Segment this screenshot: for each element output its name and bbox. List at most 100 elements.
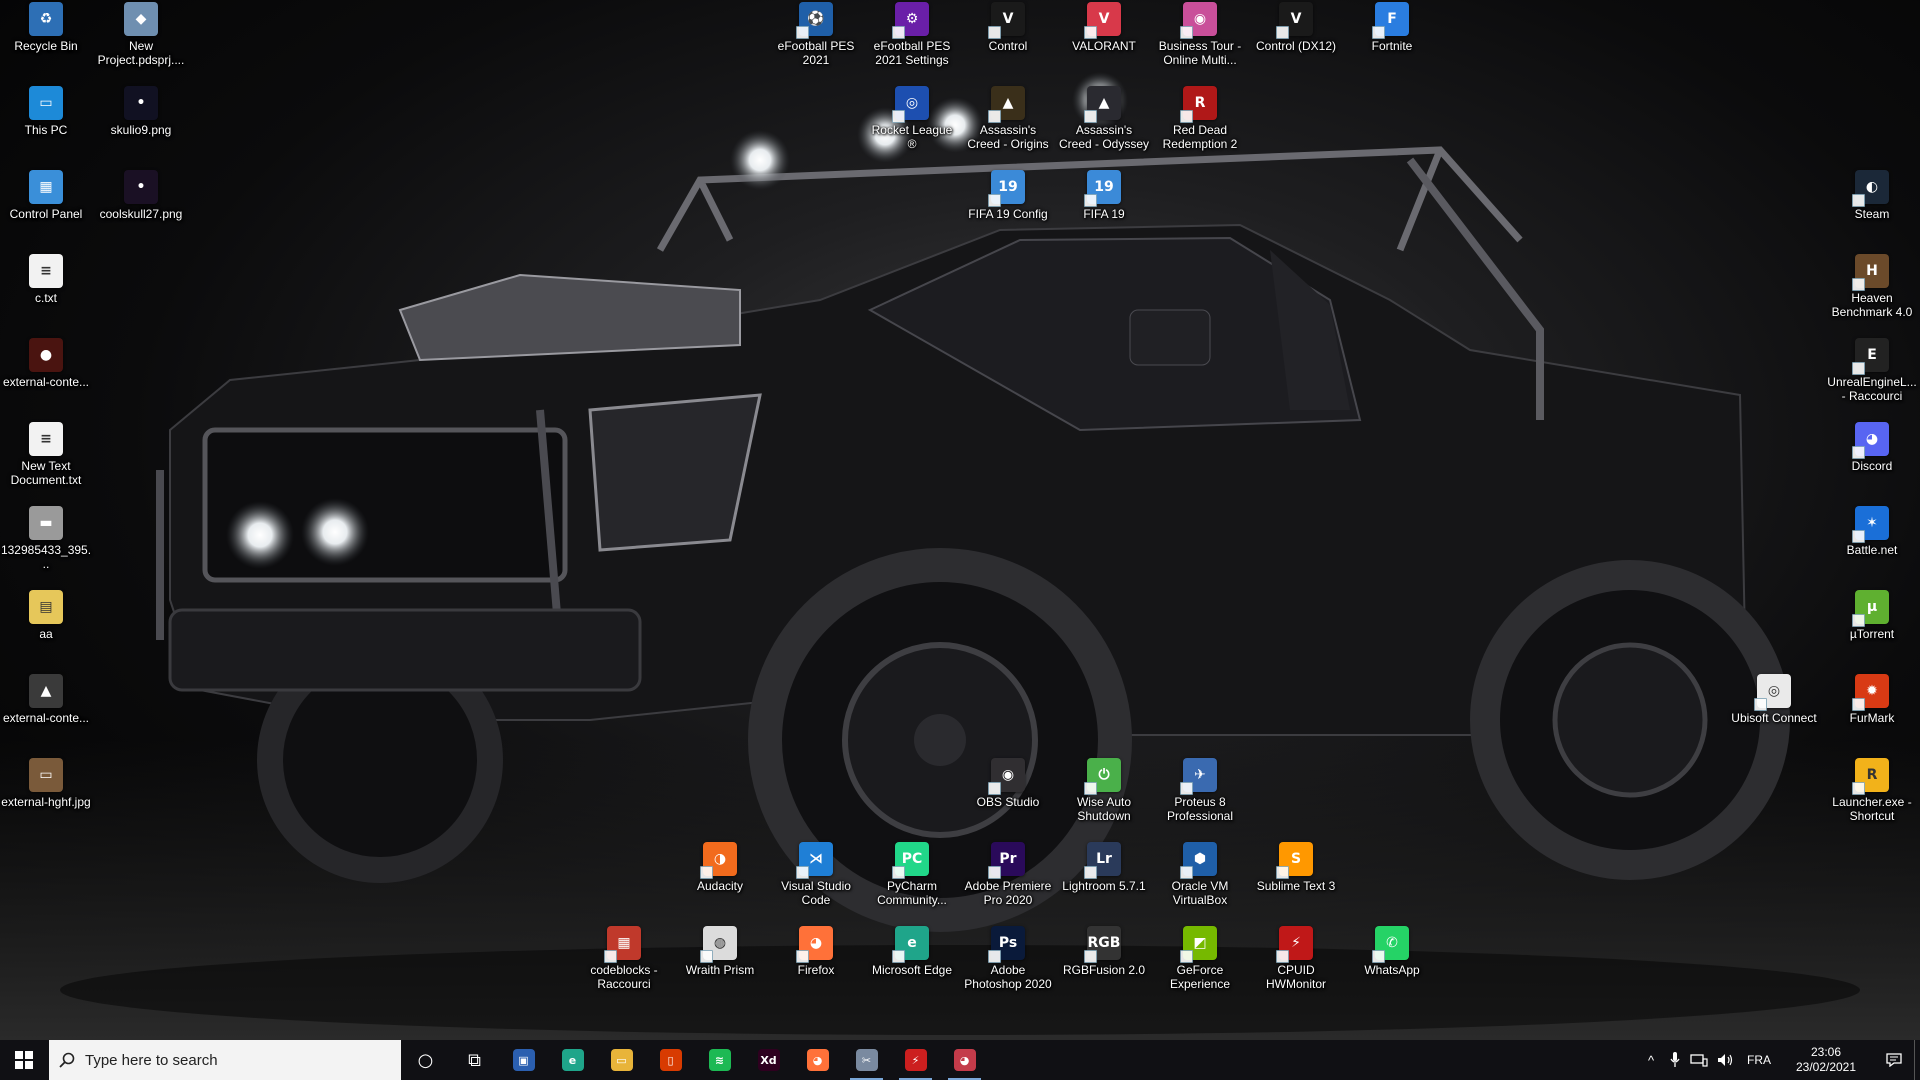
office-icon: ▯ — [659, 1049, 682, 1071]
desktop-shortcut[interactable]: R Red Dead Redemption 2 — [1154, 86, 1246, 168]
desktop[interactable]: ♻ Recycle Bin ◆ New Project.pdsprj.... ▭ This… — [0, 0, 1920, 1040]
desktop-shortcut[interactable]: ⚡ CPUID HWMonitor — [1250, 926, 1342, 1008]
desktop-shortcut[interactable]: 19 FIFA 19 — [1058, 170, 1150, 252]
desktop-shortcut[interactable]: ◕ Firefox — [770, 926, 862, 1008]
desktop-shortcut[interactable]: ⋊ Visual Studio Code — [770, 842, 862, 924]
search-box[interactable]: Type here to search — [49, 1040, 401, 1080]
microphone-icon[interactable] — [1664, 1040, 1686, 1080]
desktop-shortcut[interactable]: ▦ Control Panel — [0, 170, 92, 252]
desktop-shortcut-label: UnrealEngineL... - Raccourci — [1827, 375, 1917, 403]
taskbar-app-button[interactable]: Xd — [744, 1040, 793, 1080]
desktop-shortcut[interactable]: ▭ external-hghf.jpg — [0, 758, 92, 840]
desktop-shortcut[interactable]: ✶ Battle.net — [1826, 506, 1918, 588]
image-file-icon: • — [124, 86, 158, 120]
desktop-shortcut[interactable]: ▲ Assassin's Creed - Odyssey — [1058, 86, 1150, 168]
desktop-shortcut[interactable]: µ µTorrent — [1826, 590, 1918, 672]
desktop-shortcut-label: Sublime Text 3 — [1256, 879, 1336, 893]
desktop-shortcut[interactable]: ♻ Recycle Bin — [0, 2, 92, 84]
desktop-shortcut[interactable]: ◕ Discord — [1826, 422, 1918, 504]
control-panel-icon: ▦ — [29, 170, 63, 204]
desktop-shortcut[interactable]: ◉ Business Tour - Online Multi... — [1154, 2, 1246, 84]
desktop-shortcut[interactable]: V Control — [962, 2, 1054, 84]
clock[interactable]: 23:06 23/02/2021 — [1778, 1040, 1874, 1080]
desktop-shortcut[interactable]: ◍ Wraith Prism — [674, 926, 766, 1008]
desktop-shortcut[interactable]: Lr Lightroom 5.7.1 — [1058, 842, 1150, 924]
desktop-shortcut-label: VALORANT — [1072, 39, 1136, 53]
desktop-shortcut[interactable]: ▲ external-conte... — [0, 674, 92, 756]
desktop-shortcut[interactable]: Ps Adobe Photoshop 2020 — [962, 926, 1054, 1008]
desktop-shortcut[interactable]: F Fortnite — [1346, 2, 1438, 84]
taskbar-app-button[interactable]: ○ — [401, 1040, 450, 1080]
taskbar-app-button[interactable]: e — [548, 1040, 597, 1080]
desktop-shortcut[interactable]: ◐ Steam — [1826, 170, 1918, 252]
desktop-shortcut[interactable]: RGB RGBFusion 2.0 — [1058, 926, 1150, 1008]
desktop-shortcut[interactable]: ◉ OBS Studio — [962, 758, 1054, 840]
desktop-shortcut[interactable]: ◆ New Project.pdsprj.... — [95, 2, 187, 84]
taskbar-app-button[interactable]: ▯ — [646, 1040, 695, 1080]
vscode-icon: ⋊ — [796, 842, 833, 879]
desktop-shortcut[interactable]: E UnrealEngineL... - Raccourci — [1826, 338, 1918, 420]
taskbar-apps: ○ ⧉ ▣ e ▭ ▯ ≋ Xd ◕ ✂ ⚡ ◕ — [401, 1040, 989, 1080]
desktop-shortcut-label: external-hghf.jpg — [1, 795, 91, 809]
desktop-shortcut[interactable]: ✹ FurMark — [1826, 674, 1918, 756]
desktop-shortcut[interactable]: ▦ codeblocks - Raccourci — [578, 926, 670, 1008]
show-desktop-button[interactable] — [1914, 1040, 1920, 1080]
desktop-shortcut[interactable]: ◑ Audacity — [674, 842, 766, 924]
spotify-icon: ≋ — [708, 1049, 731, 1071]
desktop-shortcut[interactable]: ⬢ Oracle VM VirtualBox — [1154, 842, 1246, 924]
desktop-shortcut[interactable]: ⏻ Wise Auto Shutdown — [1058, 758, 1150, 840]
desktop-shortcut[interactable]: Pr Adobe Premiere Pro 2020 — [962, 842, 1054, 924]
desktop-shortcut-label: Rocket League ® — [871, 123, 953, 151]
network-icon[interactable] — [1686, 1040, 1712, 1080]
desktop-shortcut-label: Red Dead Redemption 2 — [1162, 123, 1238, 151]
volume-icon[interactable] — [1712, 1040, 1740, 1080]
windows-start-icon — [15, 1051, 33, 1069]
taskbar-app-button[interactable]: ✂ — [842, 1040, 891, 1080]
desktop-shortcut[interactable]: ≡ c.txt — [0, 254, 92, 336]
desktop-shortcut[interactable]: ≡ New Text Document.txt — [0, 422, 92, 504]
desktop-shortcut[interactable]: 19 FIFA 19 Config — [962, 170, 1054, 252]
taskbar-app-button[interactable]: ▭ — [597, 1040, 646, 1080]
desktop-shortcut[interactable]: ✈ Proteus 8 Professional — [1154, 758, 1246, 840]
start-button[interactable] — [0, 1040, 48, 1080]
taskbar-app-button[interactable]: ≋ — [695, 1040, 744, 1080]
desktop-shortcut[interactable]: • coolskull27.png — [95, 170, 187, 252]
taskbar-app-button[interactable]: ▣ — [499, 1040, 548, 1080]
desktop-shortcut[interactable]: PC PyCharm Community... — [866, 842, 958, 924]
desktop-shortcut-label: 132985433_395... — [0, 543, 92, 571]
taskbar-app-button[interactable]: ◕ — [793, 1040, 842, 1080]
desktop-shortcut-label: Heaven Benchmark 4.0 — [1831, 291, 1913, 319]
show-hidden-icons-button[interactable]: ^ — [1638, 1040, 1664, 1080]
desktop-shortcut[interactable]: ▬ 132985433_395... — [0, 506, 92, 588]
taskbar-app-button[interactable]: ◕ — [940, 1040, 989, 1080]
desktop-shortcut[interactable]: ▤ aa — [0, 590, 92, 672]
desktop-shortcut[interactable]: S Sublime Text 3 — [1250, 842, 1342, 924]
desktop-shortcut[interactable]: ◩ GeForce Experience — [1154, 926, 1246, 1008]
desktop-shortcut[interactable]: H Heaven Benchmark 4.0 — [1826, 254, 1918, 336]
wallpaper-truck — [0, 72, 1920, 1040]
desktop-shortcut[interactable]: ▭ This PC — [0, 86, 92, 168]
desktop-shortcut-label: Wraith Prism — [685, 963, 755, 977]
desktop-shortcut[interactable]: ✆ WhatsApp — [1346, 926, 1438, 1008]
desktop-shortcut[interactable]: ⚙ eFootball PES 2021 Settings — [866, 2, 958, 84]
desktop-shortcut[interactable]: ▲ Assassin's Creed - Origins — [962, 86, 1054, 168]
desktop-shortcut[interactable]: ◎ Ubisoft Connect — [1728, 674, 1820, 756]
rocket-league-icon: ◎ — [892, 86, 929, 123]
desktop-shortcut[interactable]: R Launcher.exe - Shortcut — [1826, 758, 1918, 840]
desktop-shortcut[interactable]: ◎ Rocket League ® — [866, 86, 958, 168]
taskbar-app-button[interactable]: ⧉ — [450, 1040, 499, 1080]
desktop-shortcut[interactable]: V Control (DX12) — [1250, 2, 1342, 84]
lightroom-icon: Lr — [1084, 842, 1121, 879]
desktop-shortcut-label: Adobe Premiere Pro 2020 — [964, 879, 1052, 907]
language-indicator[interactable]: FRA — [1740, 1040, 1778, 1080]
desktop-shortcut-label: Proteus 8 Professional — [1166, 795, 1234, 823]
action-center-button[interactable] — [1874, 1040, 1914, 1080]
desktop-shortcut[interactable]: e Microsoft Edge — [866, 926, 958, 1008]
desktop-shortcut[interactable]: ● external-conte... — [0, 338, 92, 420]
discord-icon: ◕ — [1852, 422, 1889, 459]
desktop-shortcut[interactable]: • skulio9.png — [95, 86, 187, 168]
taskbar-app-button[interactable]: ⚡ — [891, 1040, 940, 1080]
desktop-shortcut-label: RGBFusion 2.0 — [1062, 963, 1146, 977]
desktop-shortcut[interactable]: V VALORANT — [1058, 2, 1150, 84]
desktop-shortcut[interactable]: ⚽ eFootball PES 2021 — [770, 2, 862, 84]
